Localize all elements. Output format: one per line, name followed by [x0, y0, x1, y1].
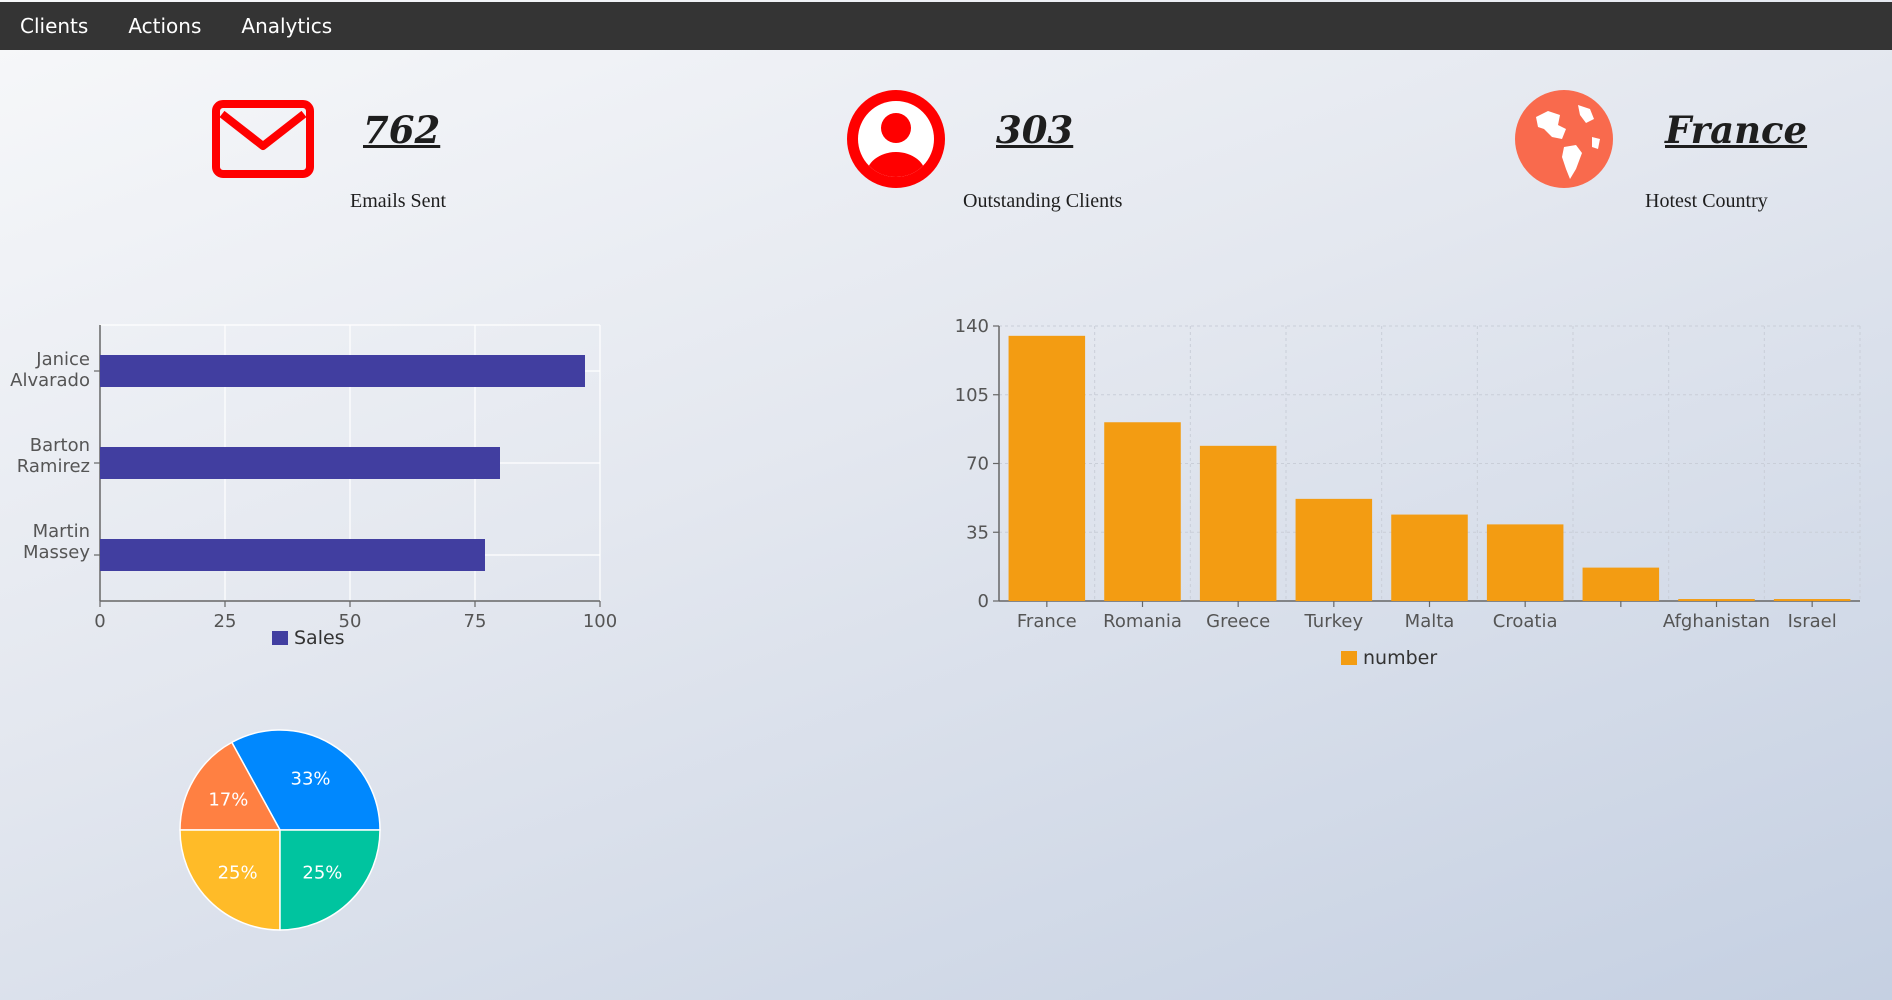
nav-item-clients[interactable]: Clients	[0, 14, 108, 38]
country-y-tick-label: 35	[966, 522, 989, 543]
country-bar[interactable]	[1678, 599, 1755, 601]
pie-chart: 33% 17% 25% 25%	[179, 729, 381, 931]
country-x-labels: France Romania Greece Turkey Malta Croatia Afg…	[1017, 611, 1837, 632]
country-bar[interactable]	[1104, 422, 1181, 601]
sales-x-tick-label: 0	[94, 611, 105, 632]
outstanding-clients-value[interactable]: 303	[996, 108, 1073, 152]
pie-slices	[179, 729, 381, 931]
country-y-tick-label: 70	[966, 454, 989, 475]
envelope-icon	[212, 100, 314, 178]
country-x-tick-label: Romania	[1103, 611, 1182, 632]
sales-category-label: Ramirez	[17, 456, 90, 477]
country-x-tick-label: Malta	[1405, 611, 1455, 632]
country-y-tick-label: 140	[955, 316, 989, 337]
country-bar[interactable]	[1199, 445, 1277, 601]
country-x-tick-label: Turkey	[1304, 611, 1364, 632]
country-bar[interactable]	[1008, 335, 1086, 601]
sales-category-label: Massey	[23, 542, 90, 563]
sales-category-label: Alvarado	[10, 370, 90, 391]
sales-bar[interactable]	[100, 355, 585, 387]
sales-legend-swatch	[272, 631, 288, 645]
country-x-tick-label: France	[1017, 611, 1077, 632]
country-y-tick-label: 0	[978, 591, 989, 612]
sales-category-label: Martin	[33, 521, 90, 542]
sales-legend-label[interactable]: Sales	[294, 627, 345, 649]
outstanding-clients-label: Outstanding Clients	[963, 190, 1123, 212]
pie-slice-label: 25%	[302, 862, 342, 883]
country-y-tick-label: 105	[955, 385, 989, 406]
country-x-tick-label: Greece	[1206, 611, 1270, 632]
sales-bar[interactable]	[100, 539, 485, 571]
country-bar[interactable]	[1486, 524, 1564, 601]
emails-sent-value[interactable]: 762	[363, 108, 440, 152]
globe-icon	[1515, 90, 1613, 188]
sales-category-label: Janice	[35, 349, 90, 370]
country-x-tick-label: Israel	[1788, 611, 1837, 632]
sales-bar-chart: Janice Alvarado Barton Ramirez Martin Ma…	[10, 324, 617, 649]
sales-x-tick-label: 25	[214, 611, 237, 632]
nav-item-analytics[interactable]: Analytics	[221, 14, 352, 38]
pie-slice-label: 25%	[218, 862, 258, 883]
country-y-labels: 0 35 70 105 140	[955, 316, 989, 612]
country-bars	[1008, 335, 1851, 601]
sales-x-tick-label: 100	[583, 611, 617, 632]
emails-sent-label: Emails Sent	[350, 190, 447, 212]
country-legend-label[interactable]: number	[1363, 647, 1437, 669]
country-bar-chart: France Romania Greece Turkey Malta Croatia Afg…	[955, 316, 1861, 669]
country-x-tick-label: Afghanistan	[1663, 611, 1770, 632]
pie-slice-label: 33%	[291, 768, 331, 789]
country-bar[interactable]	[1295, 498, 1373, 601]
country-x-tick-label: Croatia	[1493, 611, 1558, 632]
country-legend-swatch	[1341, 651, 1357, 665]
pie-slice-label: 17%	[208, 789, 248, 810]
sales-category-label: Barton	[30, 435, 90, 456]
country-bar[interactable]	[1773, 599, 1851, 601]
user-circle-icon	[847, 90, 945, 188]
sales-x-tick-label: 75	[464, 611, 487, 632]
country-bar[interactable]	[1391, 514, 1468, 601]
hotest-country-value[interactable]: France	[1665, 108, 1807, 152]
sales-bar[interactable]	[100, 447, 500, 479]
country-bar[interactable]	[1582, 567, 1660, 601]
hotest-country-label: Hotest Country	[1645, 190, 1768, 212]
nav-item-actions[interactable]: Actions	[108, 14, 221, 38]
top-navbar: Clients Actions Analytics	[0, 2, 1892, 50]
